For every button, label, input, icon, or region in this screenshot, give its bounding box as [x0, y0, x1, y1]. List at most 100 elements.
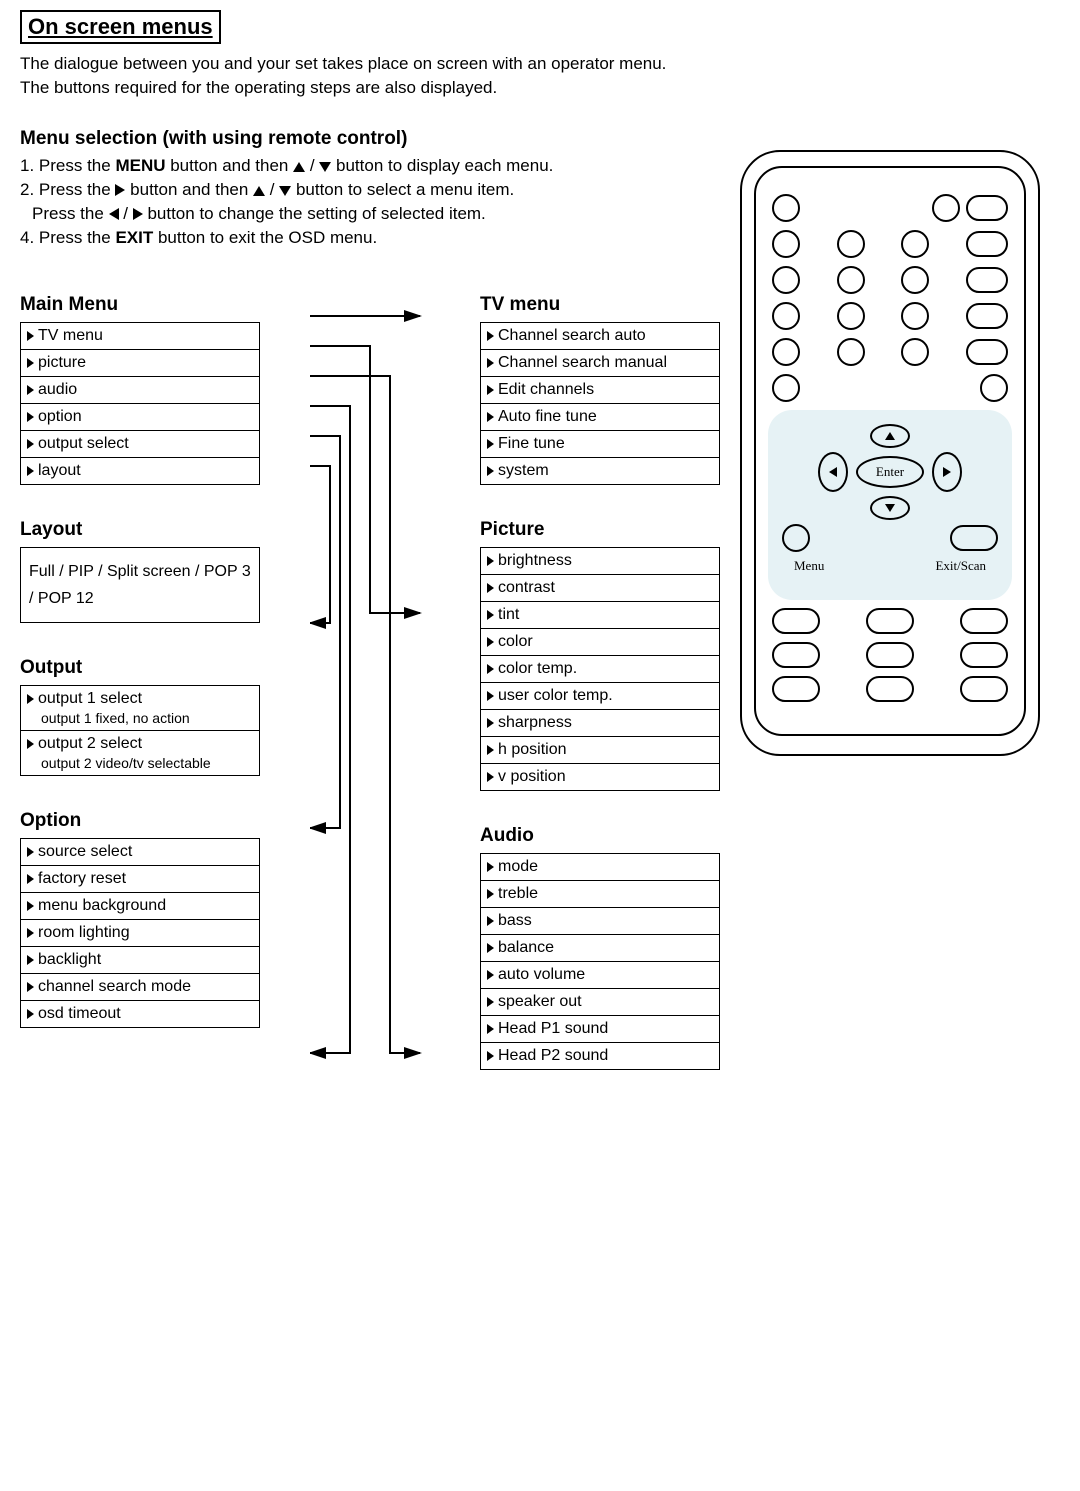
remote-button[interactable]: [980, 374, 1008, 402]
remote-right-button[interactable]: [932, 452, 962, 492]
remote-button[interactable]: [772, 302, 800, 330]
remote-up-button[interactable]: [870, 424, 910, 448]
remote-button[interactable]: [772, 230, 800, 258]
bullet-icon: [27, 331, 34, 341]
remote-button[interactable]: [901, 338, 929, 366]
tv-item[interactable]: Channel search manual: [481, 349, 719, 376]
bullet-icon: [487, 610, 494, 620]
bullet-icon: [487, 745, 494, 755]
remote-button[interactable]: [960, 642, 1008, 668]
picture-item[interactable]: h position: [481, 736, 719, 763]
layout-box: Full / PIP / Split screen / POP 3 / POP …: [20, 547, 260, 623]
tv-item[interactable]: system: [481, 457, 719, 484]
tv-item[interactable]: Edit channels: [481, 376, 719, 403]
audio-item[interactable]: treble: [481, 880, 719, 907]
bullet-icon: [27, 439, 34, 449]
menu-item-picture[interactable]: picture: [21, 349, 259, 376]
menu-item-audio[interactable]: audio: [21, 376, 259, 403]
remote-button[interactable]: [866, 676, 914, 702]
main-menu-title: Main Menu: [20, 294, 260, 316]
remote-button[interactable]: [866, 642, 914, 668]
bullet-icon: [487, 637, 494, 647]
remote-button[interactable]: [837, 230, 865, 258]
picture-item[interactable]: color temp.: [481, 655, 719, 682]
option-item[interactable]: factory reset: [21, 865, 259, 892]
remote-menu-button[interactable]: [782, 524, 810, 552]
remote-button[interactable]: [837, 338, 865, 366]
bullet-icon: [487, 1024, 494, 1034]
remote-button[interactable]: [772, 608, 820, 634]
bullet-icon: [487, 331, 494, 341]
remote-left-button[interactable]: [818, 452, 848, 492]
audio-item[interactable]: balance: [481, 934, 719, 961]
remote-button[interactable]: [772, 266, 800, 294]
option-item[interactable]: room lighting: [21, 919, 259, 946]
remote-button[interactable]: [772, 194, 800, 222]
bullet-icon: [487, 997, 494, 1007]
up-arrow-icon: [253, 186, 265, 196]
tv-item[interactable]: Auto fine tune: [481, 403, 719, 430]
connector-area: [310, 288, 430, 1070]
left-arrow-icon: [109, 208, 119, 220]
picture-item[interactable]: contrast: [481, 574, 719, 601]
remote-button[interactable]: [960, 608, 1008, 634]
remote-button[interactable]: [966, 303, 1008, 329]
remote-dpad: Enter Menu Exit/Scan: [768, 410, 1012, 600]
tv-item[interactable]: Fine tune: [481, 430, 719, 457]
picture-item[interactable]: tint: [481, 601, 719, 628]
option-item[interactable]: source select: [21, 839, 259, 865]
remote-button[interactable]: [772, 374, 800, 402]
menu-item-option[interactable]: option: [21, 403, 259, 430]
option-item[interactable]: channel search mode: [21, 973, 259, 1000]
remote-button[interactable]: [960, 676, 1008, 702]
down-arrow-icon: [319, 162, 331, 172]
audio-item[interactable]: speaker out: [481, 988, 719, 1015]
bullet-icon: [487, 358, 494, 368]
bullet-icon: [27, 982, 34, 992]
remote-button[interactable]: [837, 266, 865, 294]
option-title: Option: [20, 810, 260, 832]
remote-exit-button[interactable]: [950, 525, 998, 551]
audio-item[interactable]: Head P2 sound: [481, 1042, 719, 1069]
remote-button[interactable]: [966, 267, 1008, 293]
remote-button[interactable]: [966, 195, 1008, 221]
remote-button[interactable]: [901, 230, 929, 258]
remote-button[interactable]: [901, 266, 929, 294]
option-item[interactable]: menu background: [21, 892, 259, 919]
picture-item[interactable]: color: [481, 628, 719, 655]
remote-button[interactable]: [901, 302, 929, 330]
remote-button[interactable]: [772, 338, 800, 366]
remote-button[interactable]: [966, 339, 1008, 365]
output-1-select[interactable]: output 1 select output 1 fixed, no actio…: [21, 686, 259, 730]
tv-item[interactable]: Channel search auto: [481, 323, 719, 349]
remote-down-button[interactable]: [870, 496, 910, 520]
picture-item[interactable]: v position: [481, 763, 719, 790]
option-item[interactable]: osd timeout: [21, 1000, 259, 1027]
remote-button[interactable]: [772, 642, 820, 668]
remote-enter-button[interactable]: Enter: [856, 456, 924, 488]
remote-button[interactable]: [837, 302, 865, 330]
picture-item[interactable]: user color temp.: [481, 682, 719, 709]
menu-item-tv[interactable]: TV menu: [21, 323, 259, 349]
audio-item[interactable]: auto volume: [481, 961, 719, 988]
remote-button[interactable]: [772, 676, 820, 702]
down-arrow-icon: [885, 504, 895, 512]
bullet-icon: [487, 1051, 494, 1061]
remote-button[interactable]: [932, 194, 960, 222]
audio-item[interactable]: bass: [481, 907, 719, 934]
page-title: On screen menus: [20, 10, 221, 44]
remote-button[interactable]: [966, 231, 1008, 257]
remote-button[interactable]: [866, 608, 914, 634]
audio-item[interactable]: mode: [481, 854, 719, 880]
output-2-select[interactable]: output 2 select output 2 video/tv select…: [21, 730, 259, 775]
right-arrow-icon: [133, 208, 143, 220]
right-arrow-icon: [943, 467, 951, 477]
picture-item[interactable]: brightness: [481, 548, 719, 574]
layout-title: Layout: [20, 519, 260, 541]
picture-box: brightness contrast tint color color tem…: [480, 547, 720, 791]
menu-item-output[interactable]: output select: [21, 430, 259, 457]
menu-item-layout[interactable]: layout: [21, 457, 259, 484]
audio-item[interactable]: Head P1 sound: [481, 1015, 719, 1042]
picture-item[interactable]: sharpness: [481, 709, 719, 736]
option-item[interactable]: backlight: [21, 946, 259, 973]
